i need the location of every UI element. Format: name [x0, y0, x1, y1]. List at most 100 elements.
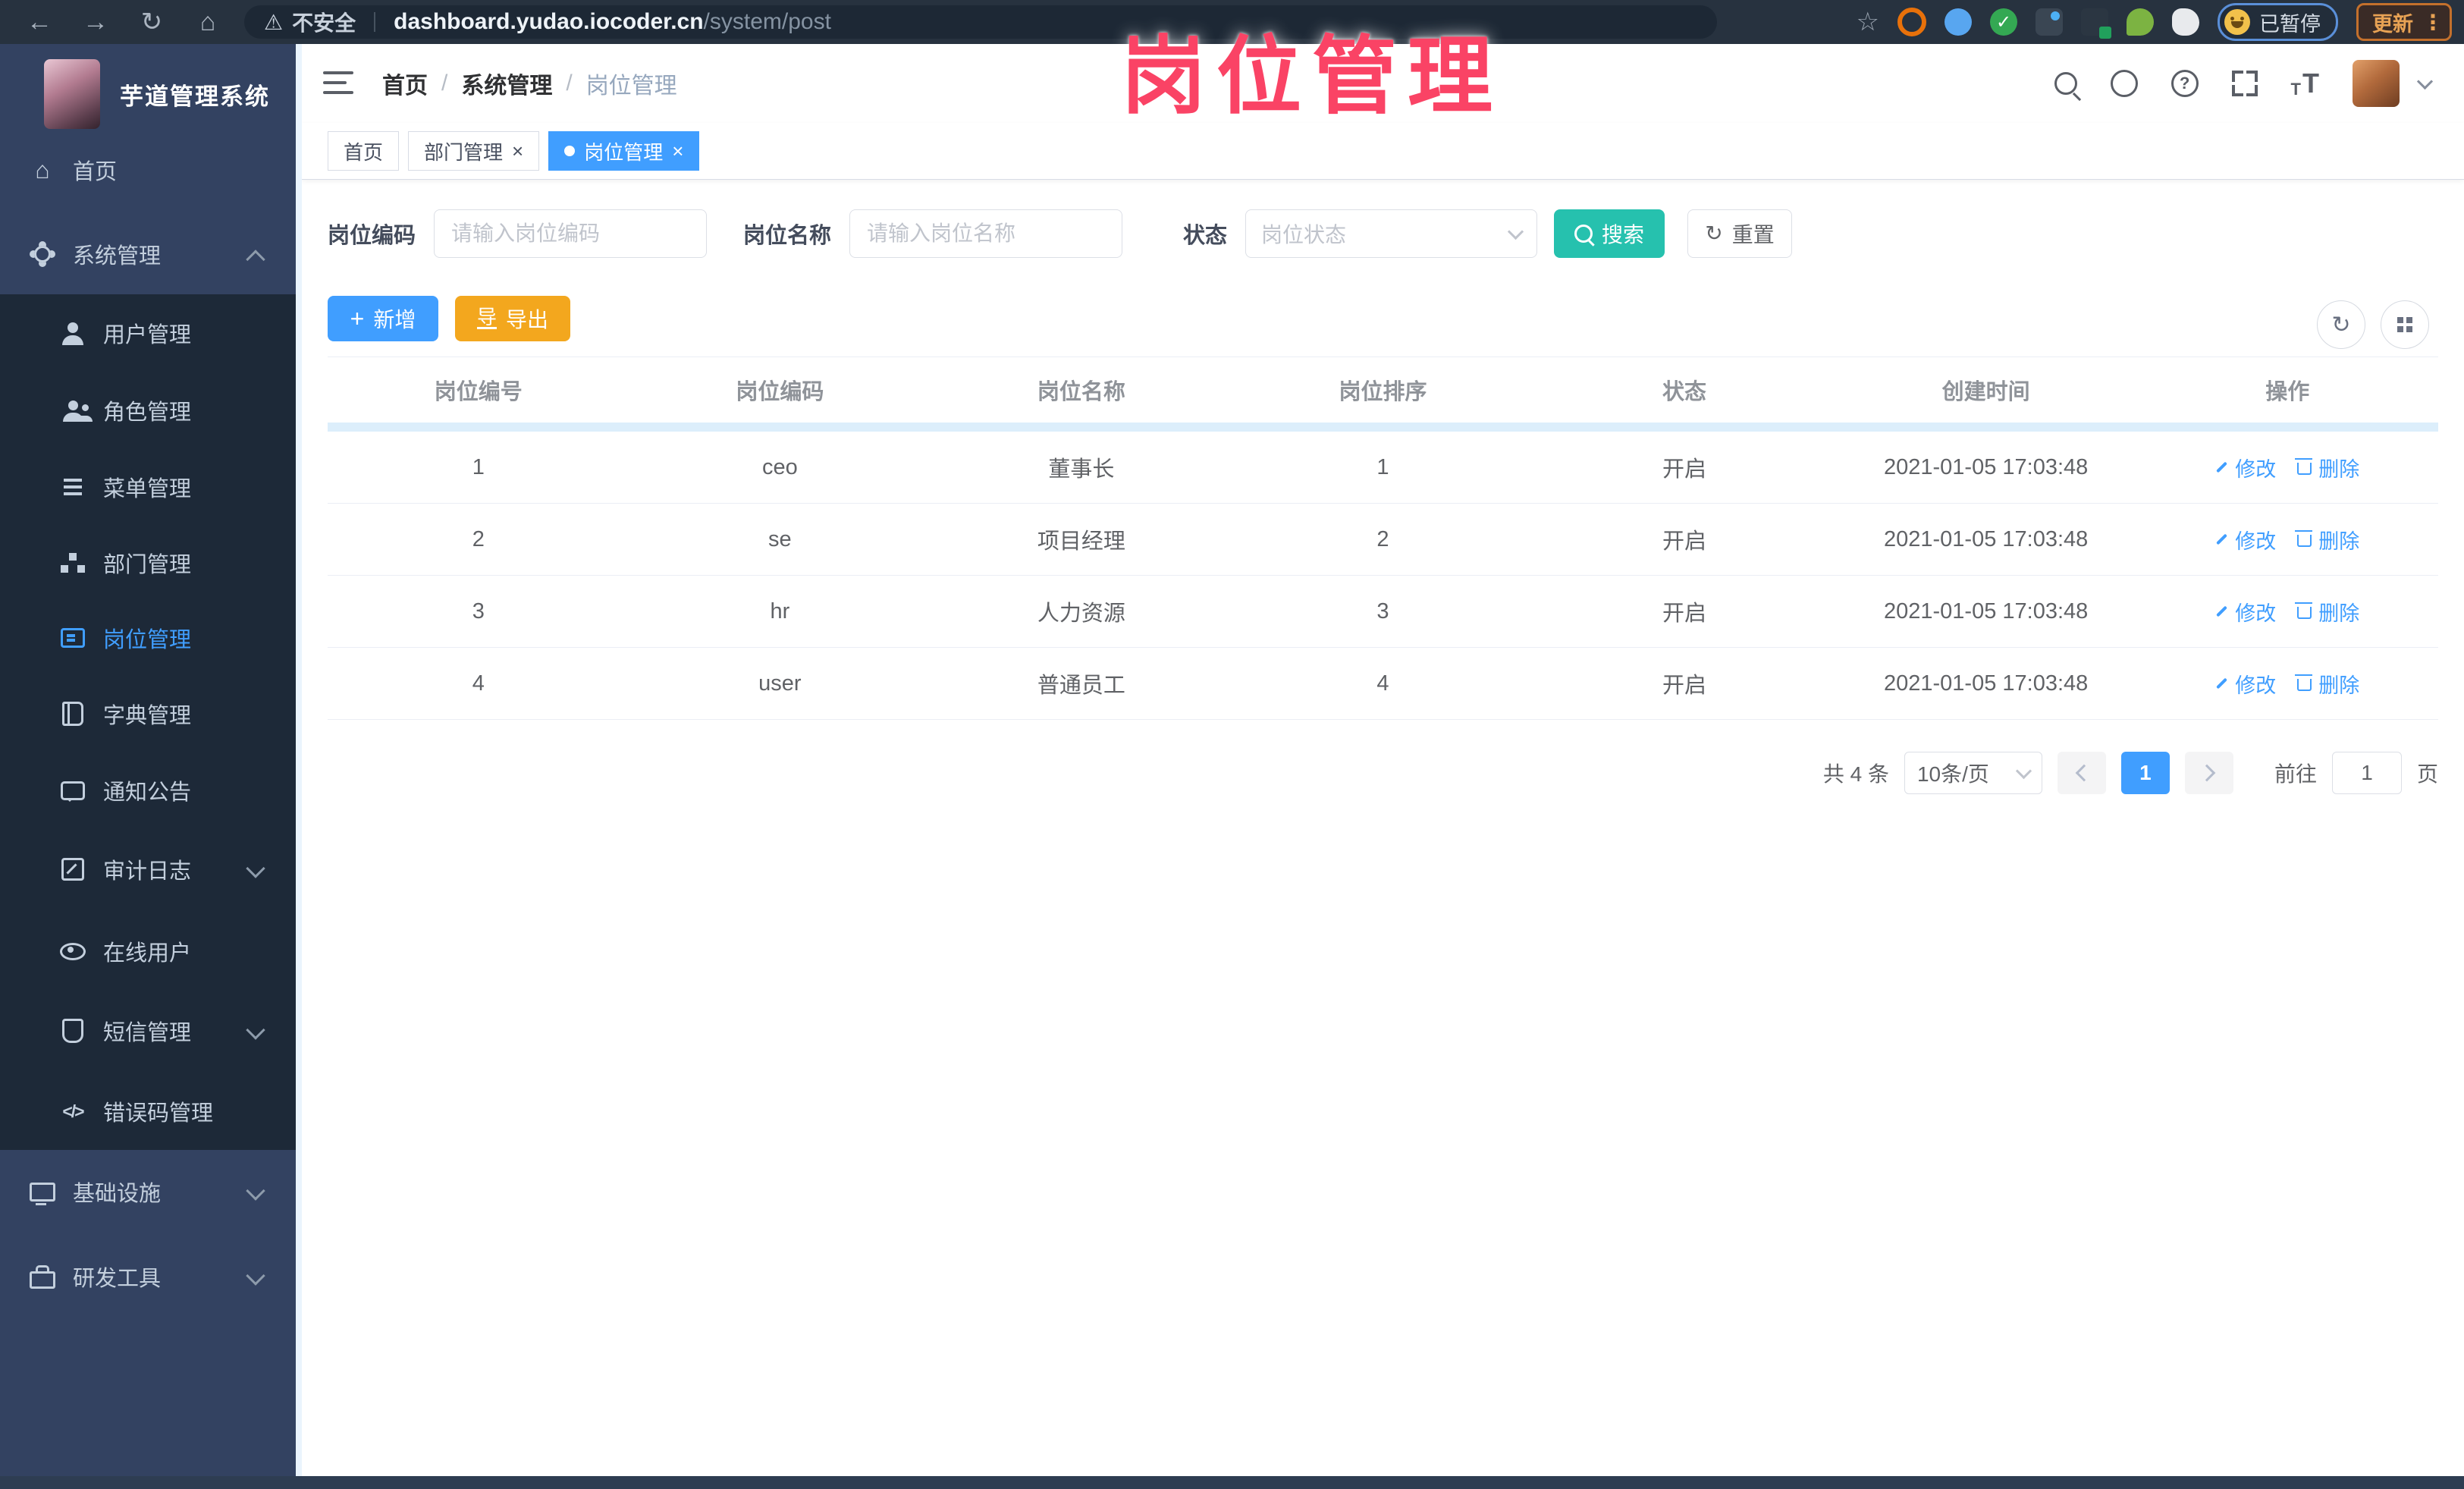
post-card-icon — [52, 623, 94, 653]
sidebar-item-departments[interactable]: 部门管理 — [0, 537, 296, 589]
breadcrumb-system[interactable]: 系统管理 — [461, 67, 552, 100]
sidebar-item-error-codes[interactable]: </> 错误码管理 — [0, 1085, 296, 1137]
table-row: 2 se 项目经理 2 开启 2021-01-05 17:03:48 修改 删除 — [328, 504, 2438, 576]
column-header: 操作 — [2265, 380, 2310, 404]
sidebar-item-dict[interactable]: 字典管理 — [0, 688, 296, 740]
sidebar-scrollbar[interactable] — [296, 44, 302, 1476]
delete-icon — [2295, 530, 2313, 547]
kebab-menu-icon[interactable]: ⋮ — [2422, 10, 2444, 35]
edit-link[interactable]: 修改 — [2215, 597, 2276, 627]
fullscreen-icon[interactable] — [2231, 71, 2258, 96]
security-label[interactable]: 不安全 — [292, 7, 356, 37]
chevron-down-icon — [246, 1266, 265, 1286]
edit-link[interactable]: 修改 — [2215, 453, 2276, 482]
extension-icon-3[interactable]: ✓ — [1990, 8, 2017, 36]
sidebar-item-audit-log[interactable]: 审计日志 — [0, 843, 296, 895]
window-bottom-edge — [0, 1476, 2464, 1489]
sidebar-item-menus[interactable]: 菜单管理 — [0, 461, 296, 513]
search-button[interactable]: 搜索 — [1554, 209, 1665, 258]
prev-page-button[interactable] — [2057, 752, 2106, 794]
close-icon[interactable]: × — [512, 141, 523, 161]
refresh-icon: ↻ — [1705, 221, 1723, 245]
font-size-icon[interactable] — [2291, 68, 2319, 99]
org-tree-icon — [52, 548, 94, 578]
chevron-up-icon — [246, 250, 265, 269]
refresh-table-button[interactable]: ↻ — [2317, 300, 2365, 349]
page-size-select[interactable]: 10条/页 — [1904, 752, 2042, 794]
home-icon[interactable]: ⌂ — [191, 0, 224, 44]
url-path: /system/post — [703, 9, 831, 34]
extension-icon-6[interactable] — [2127, 8, 2154, 36]
status-text: 开启 — [1662, 457, 1707, 482]
post-name-input[interactable] — [849, 209, 1123, 258]
column-header: 岗位编号 — [434, 380, 523, 404]
paused-extension-badge[interactable]: 已暂停 — [2218, 3, 2338, 41]
table-row: 3 hr 人力资源 3 开启 2021-01-05 17:03:48 修改 删除 — [328, 576, 2438, 648]
tab-posts[interactable]: 岗位管理 × — [548, 131, 700, 171]
search-icon[interactable] — [2054, 72, 2077, 95]
emoji-icon — [2224, 9, 2250, 35]
column-settings-button[interactable] — [2381, 300, 2429, 349]
delete-link[interactable]: 删除 — [2295, 669, 2359, 699]
column-header: 岗位编码 — [736, 380, 824, 404]
sidebar-item-roles[interactable]: 角色管理 — [0, 385, 296, 436]
goto-page-input[interactable] — [2331, 752, 2402, 794]
header-divider — [328, 423, 2438, 432]
table-row: 4 user 普通员工 4 开启 2021-01-05 17:03:48 修改 … — [328, 648, 2438, 720]
table-row: 1 ceo 董事长 1 开启 2021-01-05 17:03:48 修改 删除 — [328, 432, 2438, 504]
posts-table: 岗位编号 岗位编码 岗位名称 岗位排序 状态 创建时间 操作 1 ceo 董事长… — [328, 357, 2438, 720]
extension-icon-2[interactable] — [1945, 8, 1972, 36]
monitor-icon — [21, 1176, 64, 1207]
extension-icon-7[interactable] — [2172, 8, 2199, 36]
sidebar-item-notice[interactable]: 通知公告 — [0, 765, 296, 816]
tags-view-bar: 首页 部门管理 × 岗位管理 × — [302, 123, 2464, 180]
edit-link[interactable]: 修改 — [2215, 669, 2276, 699]
extension-icon-5[interactable] — [2081, 8, 2111, 39]
next-page-button[interactable] — [2184, 752, 2233, 794]
sidebar-item-posts[interactable]: 岗位管理 — [0, 612, 296, 664]
sidebar-item-infrastructure[interactable]: 基础设施 — [0, 1166, 296, 1217]
reset-button[interactable]: ↻ 重置 — [1687, 209, 1793, 258]
sidebar-item-sms[interactable]: 短信管理 — [0, 1005, 296, 1057]
table-header-row: 岗位编号 岗位编码 岗位名称 岗位排序 状态 创建时间 操作 — [328, 357, 2438, 423]
filter-form: 岗位编码 岗位名称 状态 岗位状态 搜索 ↻ 重置 — [328, 209, 1793, 258]
active-dot — [564, 146, 576, 156]
menu-collapse-icon[interactable] — [323, 71, 353, 101]
forward-icon[interactable]: → — [79, 0, 112, 44]
delete-link[interactable]: 删除 — [2295, 453, 2359, 482]
home-icon: ⌂ — [35, 156, 50, 184]
avatar[interactable] — [2353, 60, 2400, 107]
back-icon[interactable]: ← — [23, 0, 56, 44]
extension-icon-1[interactable] — [1897, 8, 1926, 36]
update-label: 更新 — [2372, 12, 2413, 36]
github-icon[interactable] — [2110, 70, 2138, 97]
app-logo[interactable]: 芋道管理系统 — [44, 59, 270, 129]
post-code-input[interactable] — [434, 209, 708, 258]
breadcrumb-home[interactable]: 首页 — [382, 67, 428, 100]
sidebar-item-devtools[interactable]: 研发工具 — [0, 1251, 296, 1302]
help-icon[interactable]: ? — [2171, 70, 2199, 97]
sidebar-item-users[interactable]: 用户管理 — [0, 307, 296, 359]
edit-icon — [2216, 533, 2228, 545]
sidebar-item-online-users[interactable]: 在线用户 — [0, 925, 296, 977]
current-page[interactable]: 1 — [2120, 752, 2170, 794]
status-select[interactable]: 岗位状态 — [1245, 209, 1538, 258]
sidebar-item-system[interactable]: 系统管理 — [0, 228, 296, 280]
delete-link[interactable]: 删除 — [2295, 597, 2359, 627]
close-icon[interactable]: × — [672, 141, 683, 161]
delete-link[interactable]: 删除 — [2295, 525, 2359, 554]
export-button[interactable]: 导 导出 — [455, 296, 570, 341]
refresh-icon: ↻ — [2331, 312, 2351, 338]
annotation-title: 岗位管理 — [1121, 29, 1503, 124]
caret-down-icon[interactable] — [2416, 73, 2434, 90]
bookmark-star-icon[interactable]: ☆ — [1857, 7, 1879, 37]
edit-link[interactable]: 修改 — [2215, 525, 2276, 554]
app-title: 芋道管理系统 — [120, 83, 270, 110]
tab-departments[interactable]: 部门管理 × — [408, 131, 540, 171]
reload-icon[interactable]: ↻ — [135, 0, 168, 44]
extension-icon-4[interactable] — [2036, 8, 2063, 36]
sidebar-item-home[interactable]: ⌂ 首页 — [0, 144, 296, 196]
add-button[interactable]: + 新增 — [328, 296, 438, 341]
browser-update-button[interactable]: 更新 ⋮ — [2356, 3, 2452, 41]
tab-home[interactable]: 首页 — [328, 131, 400, 171]
